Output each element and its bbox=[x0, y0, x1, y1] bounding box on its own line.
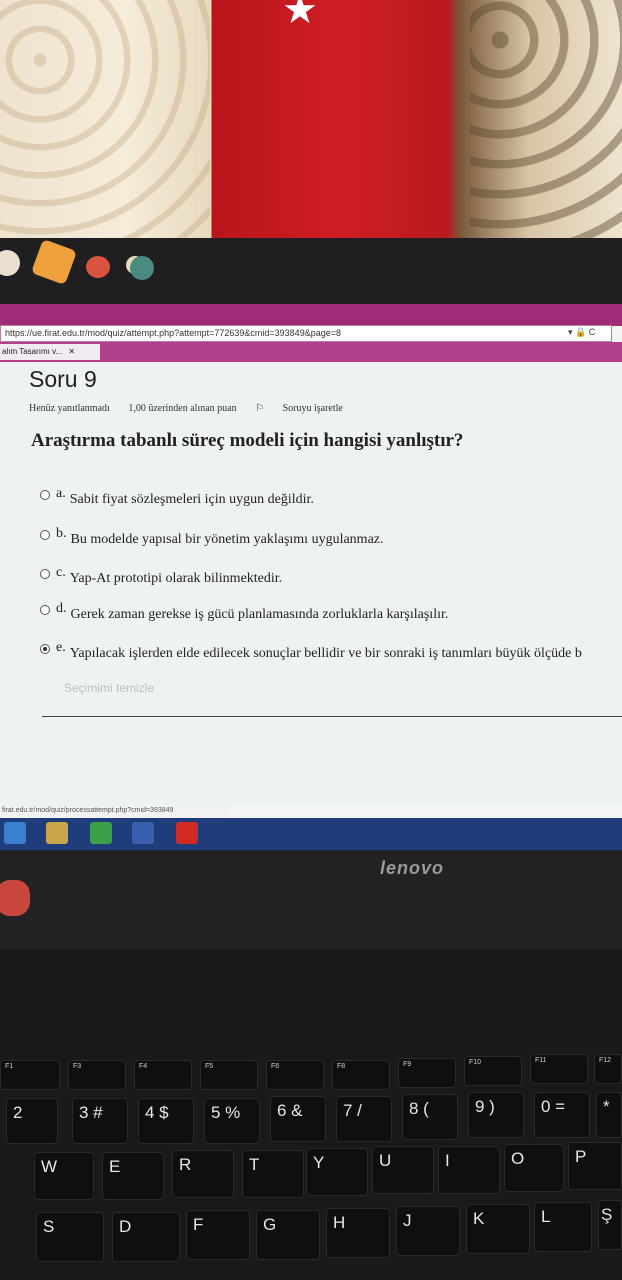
key-j[interactable]: J bbox=[396, 1206, 460, 1256]
key-f5[interactable]: F5 bbox=[200, 1060, 258, 1090]
curtain-left bbox=[0, 0, 210, 250]
sticker-icon bbox=[0, 250, 20, 276]
option-text: Sabit fiyat sözleşmeleri için uygun deği… bbox=[69, 492, 314, 507]
flag-star-icon: ★ bbox=[282, 0, 318, 32]
key-d[interactable]: D bbox=[112, 1212, 180, 1262]
curtain-right bbox=[470, 0, 622, 250]
key-l[interactable]: L bbox=[534, 1202, 592, 1252]
key-w[interactable]: W bbox=[34, 1152, 94, 1200]
key-f12[interactable]: F12 bbox=[594, 1054, 622, 1084]
option-b[interactable]: b. Bu modelde yapısal bir yönetim yaklaşı… bbox=[40, 526, 384, 548]
key-2[interactable]: 2 bbox=[6, 1098, 58, 1144]
key-f6[interactable]: F6 bbox=[266, 1060, 324, 1090]
key-9[interactable]: 9 ) bbox=[468, 1092, 524, 1138]
ie-icon[interactable] bbox=[4, 822, 26, 844]
key-f1[interactable]: F1 bbox=[0, 1060, 60, 1090]
option-text: Yapılacak işlerden elde edilecek sonuçla… bbox=[69, 646, 582, 661]
teal-sticker-icon bbox=[130, 256, 154, 280]
option-c[interactable]: c. Yap-At prototipi olarak bilinmektedir. bbox=[40, 565, 282, 587]
key-e[interactable]: E bbox=[102, 1152, 164, 1200]
key-4[interactable]: 4 $ bbox=[138, 1098, 194, 1144]
tab-title: alım Tasarımı v... bbox=[2, 347, 63, 356]
option-letter: b. bbox=[56, 526, 67, 541]
flag-icon: ⚐ bbox=[255, 403, 267, 414]
key-star[interactable]: * bbox=[596, 1092, 622, 1138]
star-sticker-icon bbox=[30, 238, 78, 286]
points-label: 1,00 üzerinden alınan puan bbox=[128, 403, 237, 414]
key-u[interactable]: U bbox=[372, 1146, 434, 1194]
lenovo-logo: lenovo bbox=[380, 858, 445, 878]
key-o[interactable]: O bbox=[504, 1144, 564, 1192]
question-text: Araştırma tabanlı süreç modeli için hang… bbox=[31, 430, 464, 451]
key-s-cedilla[interactable]: Ş bbox=[598, 1200, 622, 1250]
key-f11[interactable]: F11 bbox=[530, 1054, 588, 1084]
file-explorer-icon[interactable] bbox=[46, 822, 68, 844]
key-f[interactable]: F bbox=[186, 1210, 250, 1260]
key-7[interactable]: 7 / bbox=[336, 1096, 392, 1142]
option-letter: a. bbox=[56, 486, 66, 501]
key-y[interactable]: Y bbox=[306, 1148, 368, 1196]
address-bar[interactable]: https://ue.firat.edu.tr/mod/quiz/attempt… bbox=[0, 325, 612, 342]
option-text: Yap-At prototipi olarak bilinmektedir. bbox=[69, 571, 283, 586]
key-i[interactable]: I bbox=[438, 1146, 500, 1194]
key-0[interactable]: 0 = bbox=[534, 1092, 590, 1138]
clear-selection-link[interactable]: Seçimimi temizle bbox=[64, 681, 154, 695]
key-f9[interactable]: F9 bbox=[398, 1058, 456, 1088]
option-d-radio[interactable] bbox=[40, 605, 50, 615]
key-p[interactable]: P bbox=[568, 1142, 622, 1190]
option-text: Gerek zaman gerekse iş gücü planlamasınd… bbox=[70, 607, 449, 622]
key-f3[interactable]: F3 bbox=[68, 1060, 126, 1090]
bird-sticker-icon bbox=[0, 880, 30, 916]
browser-frame bbox=[0, 304, 622, 326]
question-number: Soru 9 bbox=[29, 366, 97, 392]
key-t[interactable]: T bbox=[242, 1150, 304, 1198]
key-f10[interactable]: F10 bbox=[464, 1056, 522, 1086]
key-3[interactable]: 3 # bbox=[72, 1098, 128, 1144]
option-letter: d. bbox=[56, 601, 67, 616]
key-8[interactable]: 8 ( bbox=[402, 1094, 458, 1140]
key-h[interactable]: H bbox=[326, 1208, 390, 1258]
key-5[interactable]: 5 % bbox=[204, 1098, 260, 1144]
option-d[interactable]: d. Gerek zaman gerekse iş gücü planlaması… bbox=[40, 601, 448, 623]
address-bar-icons[interactable]: ▾ 🔒 C bbox=[568, 327, 612, 341]
option-letter: c. bbox=[56, 565, 66, 580]
key-r[interactable]: R bbox=[172, 1150, 234, 1198]
flag-question-link[interactable]: ⚐ Soruyu işaretle bbox=[255, 403, 359, 414]
option-e[interactable]: e. Yapılacak işlerden elde edilecek sonuç… bbox=[40, 640, 582, 662]
bezel-stickers bbox=[0, 238, 200, 292]
answer-status: Henüz yanıtlanmadı bbox=[29, 403, 110, 414]
option-b-radio[interactable] bbox=[40, 530, 50, 540]
heart-sticker-icon bbox=[86, 256, 110, 278]
option-a[interactable]: a. Sabit fiyat sözleşmeleri için uygun de… bbox=[40, 486, 314, 508]
option-a-radio[interactable] bbox=[40, 490, 50, 500]
option-c-radio[interactable] bbox=[40, 569, 50, 579]
key-k[interactable]: K bbox=[466, 1204, 530, 1254]
status-bar-url: firat.edu.tr/mod/quiz/processattempt.php… bbox=[0, 806, 230, 818]
divider bbox=[42, 716, 622, 717]
option-e-radio[interactable] bbox=[40, 644, 50, 654]
option-letter: e. bbox=[56, 640, 66, 655]
option-text: Bu modelde yapısal bir yönetim yaklaşımı… bbox=[70, 532, 384, 547]
browser-tab[interactable]: alım Tasarımı v... ✕ bbox=[0, 344, 100, 360]
key-6[interactable]: 6 & bbox=[270, 1096, 326, 1142]
laptop-lower-bezel bbox=[0, 850, 622, 950]
key-s[interactable]: S bbox=[36, 1212, 104, 1262]
key-g[interactable]: G bbox=[256, 1210, 320, 1260]
app-icon[interactable] bbox=[132, 822, 154, 844]
key-f4[interactable]: F4 bbox=[134, 1060, 192, 1090]
key-f8[interactable]: F8 bbox=[332, 1060, 390, 1090]
pdf-reader-icon[interactable] bbox=[176, 822, 198, 844]
store-icon[interactable] bbox=[90, 822, 112, 844]
question-info: Henüz yanıtlanmadı 1,00 üzerinden alınan… bbox=[29, 403, 375, 414]
tab-close-icon[interactable]: ✕ bbox=[68, 347, 75, 356]
